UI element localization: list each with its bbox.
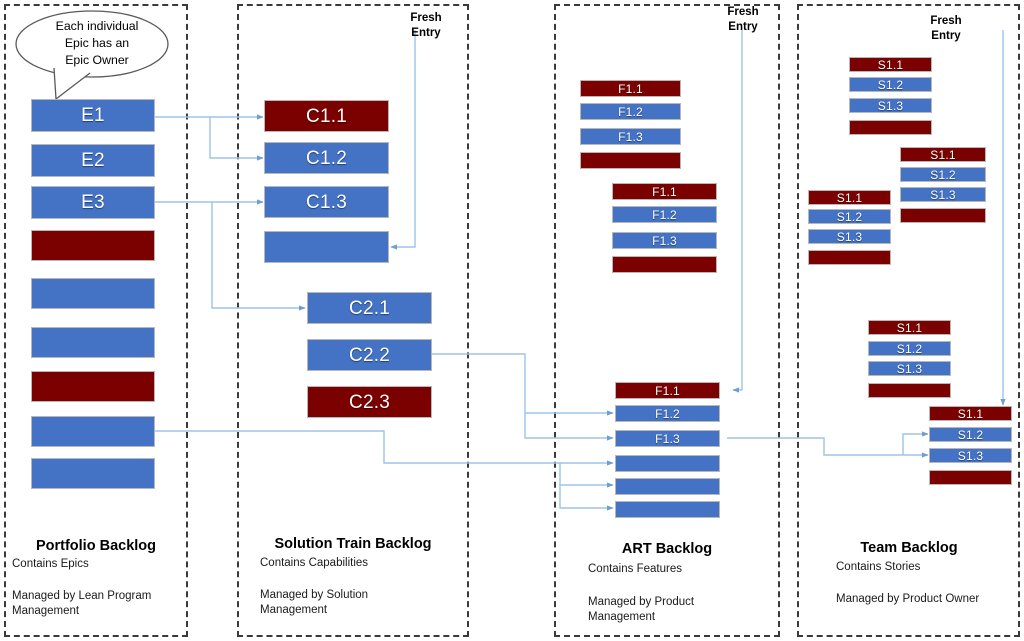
backlog-item[interactable] [31,278,155,309]
backlog-item[interactable]: S1.3 [849,98,932,113]
backlog-item[interactable]: C2.2 [307,339,432,371]
lane-title-portfolio: Portfolio Backlog [35,538,157,554]
backlog-item[interactable]: S1.3 [900,187,986,202]
backlog-item[interactable]: F1.2 [612,206,717,223]
backlog-item[interactable]: C2.1 [307,292,432,324]
lane-subtitle-portfolio: Contains Epics [12,558,89,570]
backlog-item[interactable] [612,256,717,273]
backlog-item[interactable] [900,208,986,223]
backlog-item[interactable]: S1.2 [849,77,932,92]
backlog-item[interactable]: F1.3 [580,128,681,145]
backlog-item[interactable]: S1.3 [808,229,891,244]
backlog-item[interactable] [580,152,681,169]
backlog-item[interactable]: S1.2 [900,167,986,182]
lane-managed-solution-train: Managed by Solution Management [260,589,369,616]
backlog-item[interactable]: S1.1 [808,190,891,205]
backlog-item[interactable]: S1.1 [849,57,932,72]
fresh-entry-label-team: Fresh Entry [930,15,962,42]
backlog-item[interactable] [849,120,932,135]
backlog-item[interactable]: S1.2 [929,427,1012,442]
backlog-item[interactable] [615,478,720,495]
backlog-item[interactable]: S1.3 [929,448,1012,463]
backlog-item[interactable]: F1.3 [615,430,720,447]
backlog-item[interactable] [31,458,155,489]
backlog-item[interactable]: C1.2 [264,142,389,174]
backlog-item[interactable] [808,250,891,265]
lane-managed-art: Managed by Product Management [588,596,695,623]
backlog-item[interactable]: C1.3 [264,186,389,218]
backlog-item[interactable]: F1.1 [615,382,720,399]
lane-title-team: Team Backlog [860,540,958,556]
backlog-item[interactable]: C1.1 [264,100,389,132]
backlog-item[interactable]: F1.2 [580,103,681,120]
backlog-item[interactable] [31,230,155,261]
backlog-item[interactable] [929,470,1012,485]
lane-subtitle-solution-train: Contains Capabilities [260,557,369,569]
backlog-item[interactable]: F1.3 [612,232,717,249]
backlog-item[interactable]: E2 [31,144,155,177]
backlog-item[interactable]: S1.1 [929,406,1012,421]
backlog-item[interactable]: S1.2 [868,341,951,356]
callout-text: Each individual Epic has an Epic Owner [55,19,139,67]
backlog-item[interactable] [868,383,951,398]
diagram-canvas: Each individual Epic has an Epic Owner F… [0,0,1024,641]
backlog-item[interactable]: F1.1 [612,183,717,200]
backlog-item[interactable]: E1 [31,99,155,132]
lane-managed-portfolio: Managed by Lean Program Management [12,590,152,617]
backlog-item[interactable]: F1.2 [615,405,720,422]
backlog-item[interactable]: S1.1 [868,320,951,335]
lane-managed-team: Managed by Product Owner [836,593,980,605]
backlog-item[interactable]: C2.3 [307,386,432,418]
backlog-item[interactable]: F1.1 [580,80,681,97]
backlog-item[interactable]: S1.3 [868,361,951,376]
lane-subtitle-art: Contains Features [588,563,682,575]
backlog-item[interactable]: S1.2 [808,209,891,224]
backlog-item[interactable] [31,416,155,447]
lane-title-art: ART Backlog [621,541,713,557]
backlog-item[interactable] [615,501,720,518]
backlog-item[interactable] [264,231,389,263]
fresh-entry-label-solution: Fresh Entry [410,12,442,39]
fresh-entry-label-art: Fresh Entry [727,6,759,33]
lane-title-solution-train: Solution Train Backlog [274,536,432,552]
backlog-item[interactable] [31,371,155,402]
backlog-item[interactable]: E3 [31,186,155,219]
backlog-item[interactable] [615,455,720,472]
backlog-item[interactable]: S1.1 [900,147,986,162]
lane-subtitle-team: Contains Stories [836,561,921,573]
backlog-item[interactable] [31,327,155,358]
